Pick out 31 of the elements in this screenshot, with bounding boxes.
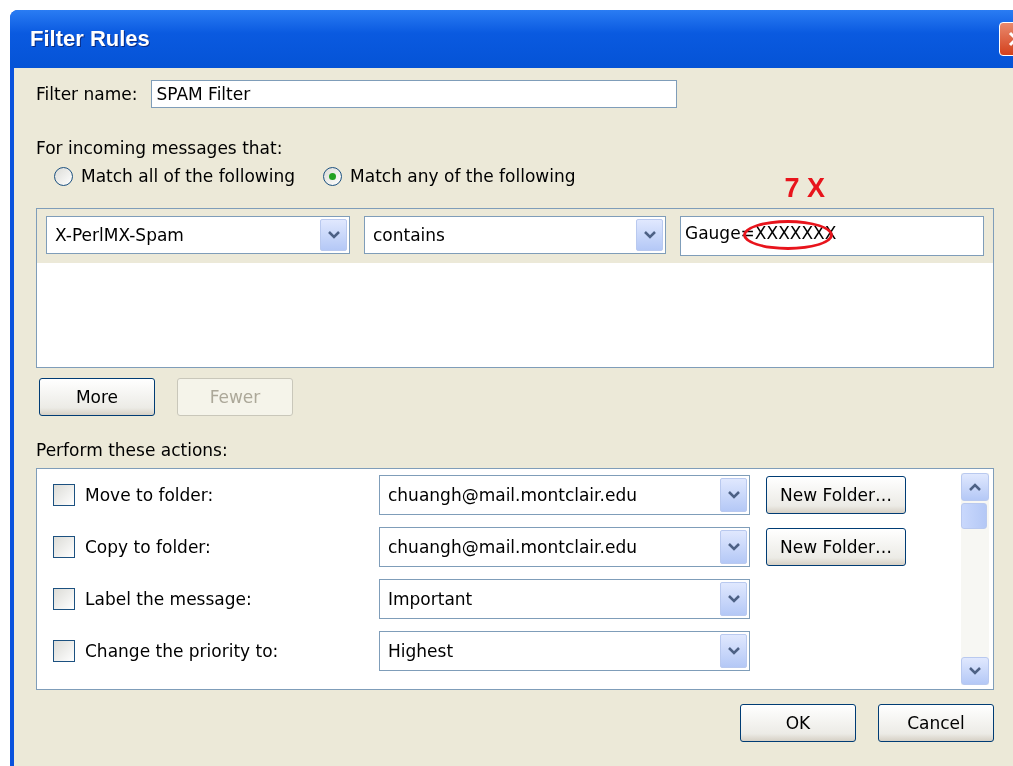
filter-name-label: Filter name:: [36, 84, 138, 104]
filter-name-field[interactable]: SPAM Filter: [151, 80, 678, 108]
scrollbar[interactable]: [961, 473, 989, 685]
checkbox[interactable]: [53, 640, 75, 662]
checkbox[interactable]: [53, 588, 75, 610]
action-dropdown[interactable]: chuangh@mail.montclair.edu: [379, 527, 750, 567]
actions-heading: Perform these actions:: [36, 440, 229, 460]
more-button[interactable]: More: [39, 378, 155, 416]
checkbox[interactable]: [53, 536, 75, 558]
radio-button[interactable]: [323, 166, 343, 186]
action-label: Move to folder:: [85, 485, 215, 505]
new-folder-button[interactable]: New Folder…: [766, 476, 906, 514]
operator-dropdown[interactable]: contains: [364, 216, 666, 254]
action-label: Change the priority to:: [85, 641, 280, 661]
scroll-thumb[interactable]: [961, 503, 987, 529]
action-label: Copy to folder:: [85, 537, 212, 557]
annotation-text: 7 X: [784, 173, 825, 204]
new-folder-button[interactable]: New Folder…: [766, 528, 906, 566]
field-dropdown[interactable]: X-PerlMX-Spam: [46, 216, 350, 254]
radio-button[interactable]: [54, 166, 73, 186]
action-dropdown[interactable]: chuangh@mail.montclair.edu: [379, 475, 750, 515]
action-dropdown[interactable]: Important: [379, 579, 750, 619]
ok-button[interactable]: OK: [740, 704, 856, 742]
window-title: Filter Rules: [30, 26, 150, 52]
scroll-up-icon[interactable]: [961, 473, 989, 501]
scroll-down-icon[interactable]: [961, 657, 989, 685]
cancel-button[interactable]: Cancel: [878, 704, 994, 742]
checkbox[interactable]: [53, 484, 75, 506]
action-dropdown[interactable]: Highest: [379, 631, 750, 671]
action-label: Label the message:: [85, 589, 253, 609]
conditions-heading: For incoming messages that:: [36, 138, 284, 158]
